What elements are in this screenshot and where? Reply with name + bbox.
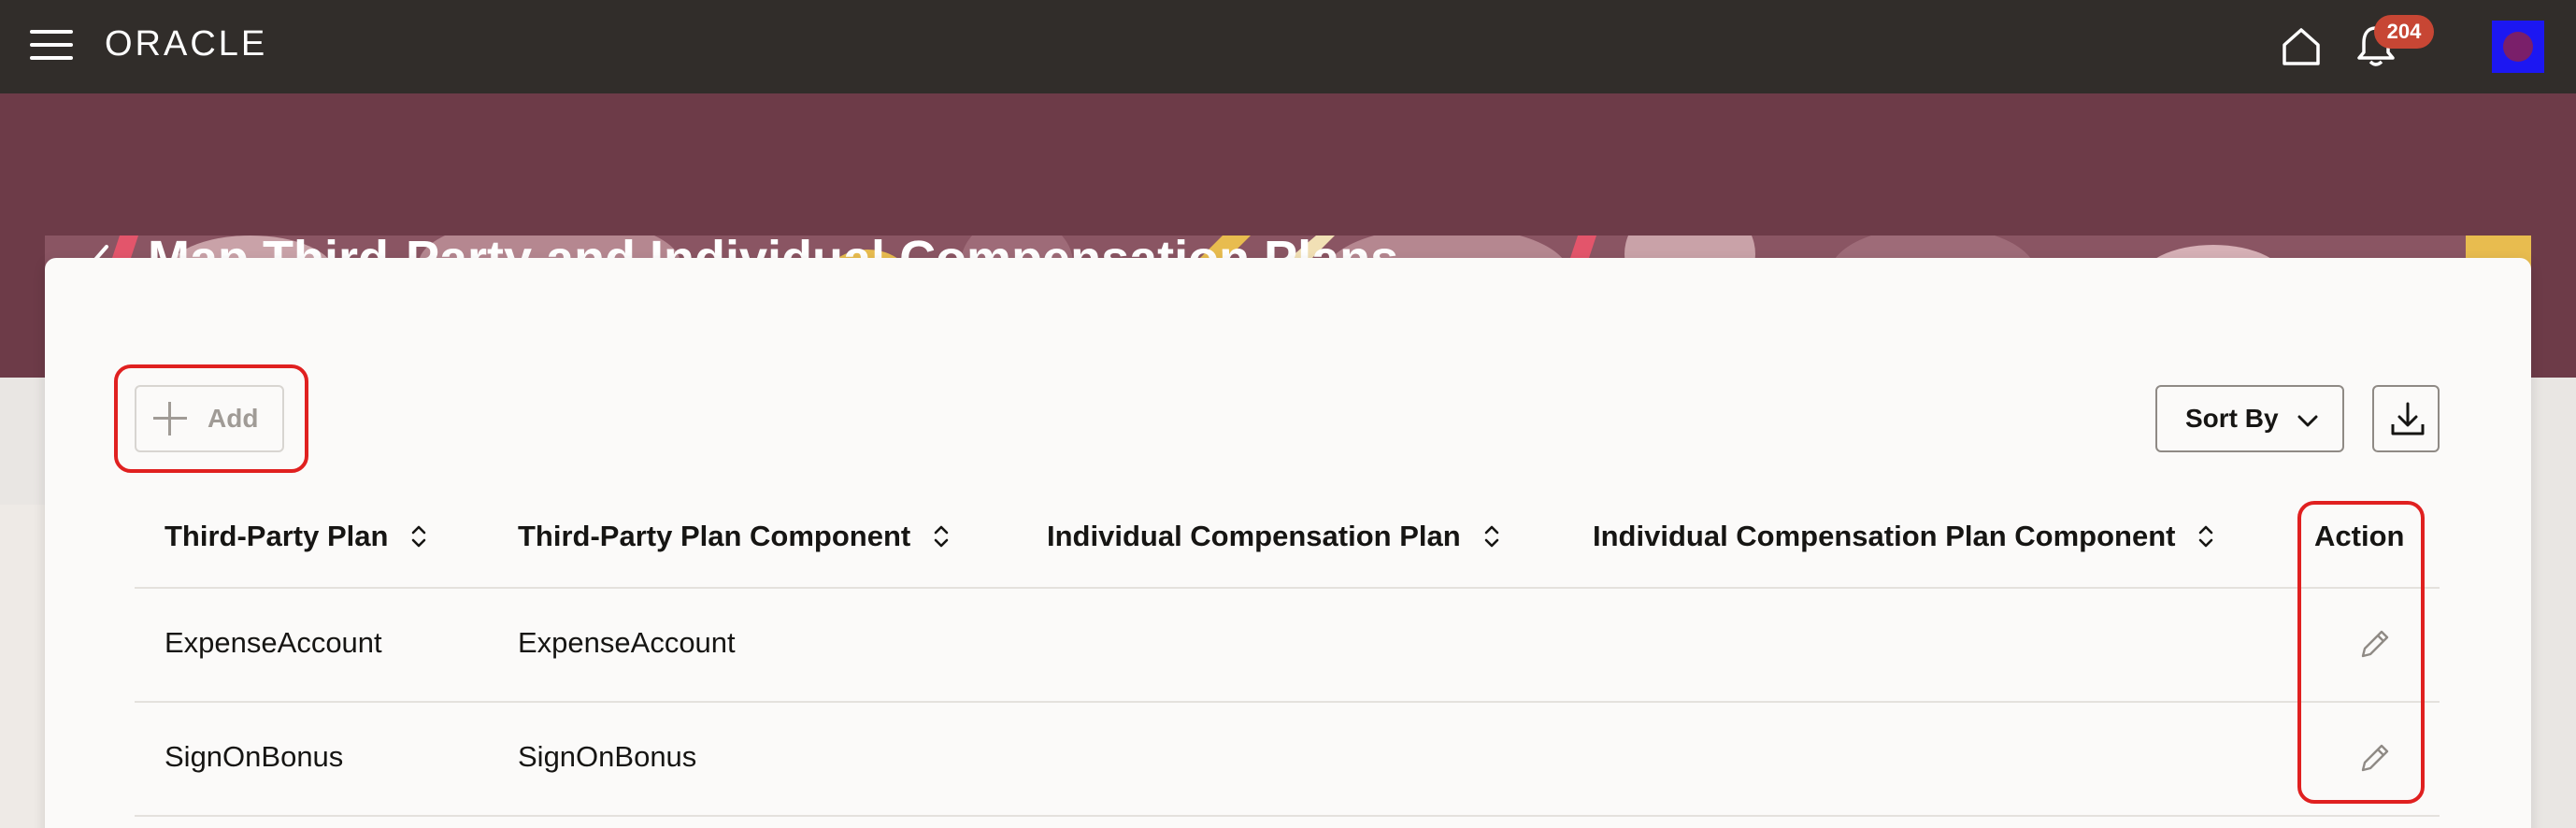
- top-bar: ORACLE 204: [0, 0, 2576, 93]
- table-divider: [135, 587, 2440, 589]
- home-icon[interactable]: [2279, 24, 2324, 69]
- table-divider: [135, 701, 2440, 703]
- cell-third-party-plan-component: ExpenseAccount: [518, 626, 736, 659]
- download-button[interactable]: [2372, 385, 2440, 452]
- download-icon: [2391, 402, 2425, 435]
- column-header-individual-compensation-plan[interactable]: Individual Compensation Plan: [1047, 520, 1500, 553]
- user-avatar[interactable]: [2492, 21, 2544, 73]
- sort-icon: [1484, 525, 1498, 548]
- cell-third-party-plan: ExpenseAccount: [165, 626, 382, 659]
- table-divider: [135, 815, 2440, 817]
- chevron-down-icon: [2297, 415, 2318, 427]
- oracle-logo: ORACLE: [105, 24, 268, 64]
- hamburger-menu-icon[interactable]: [30, 30, 73, 62]
- background-texture: [0, 505, 45, 828]
- cell-third-party-plan-component: SignOnBonus: [518, 740, 697, 773]
- sort-by-label: Sort By: [2185, 404, 2279, 433]
- sort-icon: [412, 525, 426, 548]
- highlight-box-add: [114, 364, 308, 473]
- sort-by-dropdown[interactable]: Sort By: [2155, 385, 2344, 452]
- notification-count-badge: 204: [2374, 15, 2434, 49]
- sort-icon: [934, 525, 949, 548]
- column-header-third-party-plan[interactable]: Third-Party Plan: [165, 520, 427, 553]
- cell-third-party-plan: SignOnBonus: [165, 740, 344, 773]
- column-header-individual-compensation-plan-component[interactable]: Individual Compensation Plan Component: [1593, 520, 2214, 553]
- highlight-box-action: [2297, 501, 2425, 804]
- column-header-third-party-plan-component[interactable]: Third-Party Plan Component: [518, 520, 950, 553]
- sort-icon: [2199, 525, 2213, 548]
